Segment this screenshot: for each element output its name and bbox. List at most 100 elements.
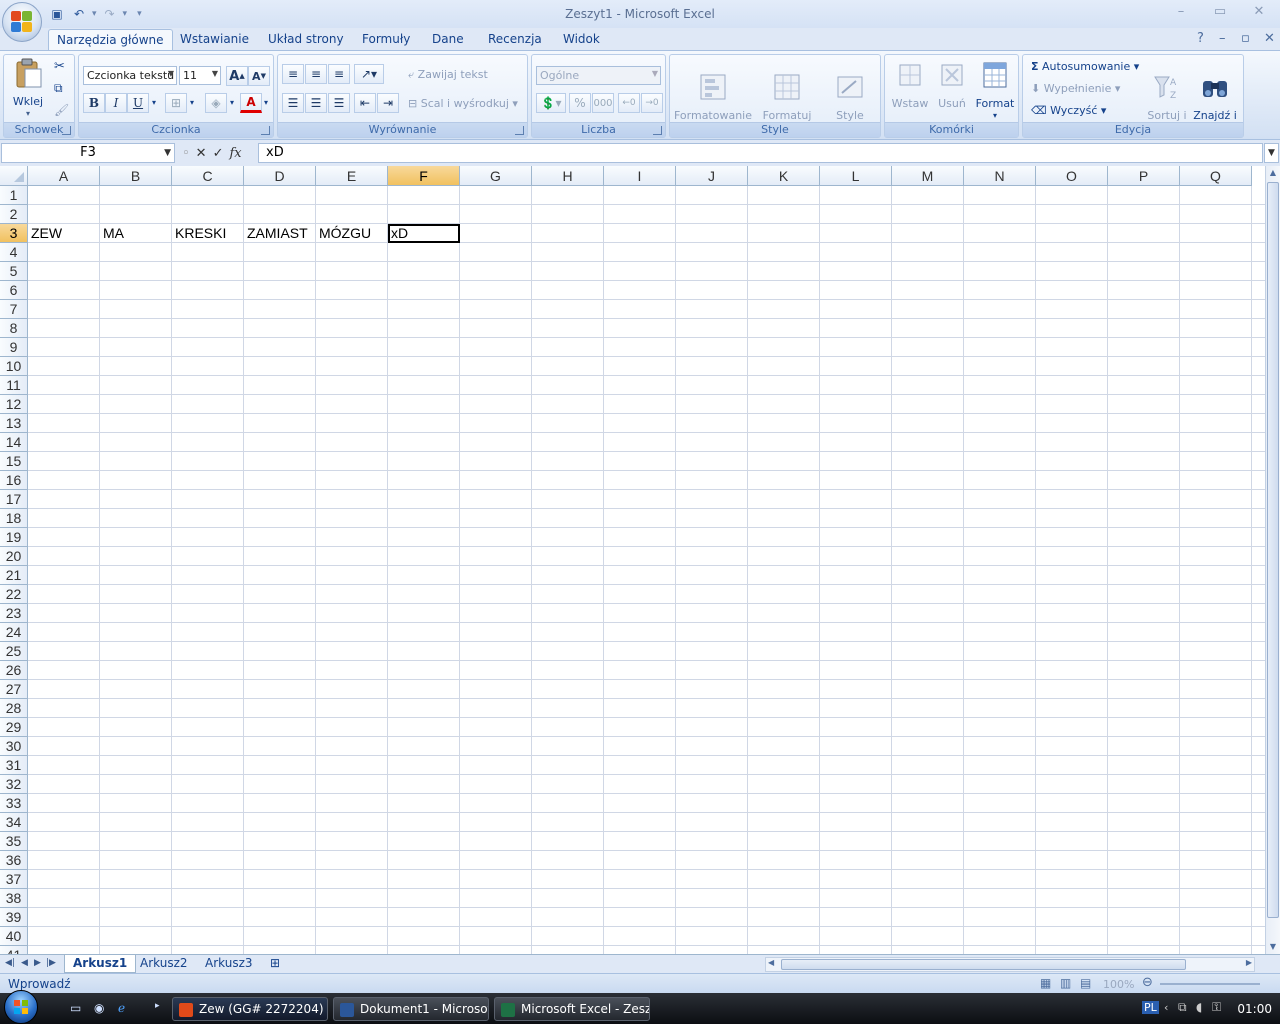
underline-dropdown-icon[interactable]: ▾ [152,98,156,107]
row-header[interactable]: 30 [0,737,28,756]
maximize-icon[interactable]: ▭ [1209,4,1231,22]
tab-formulas[interactable]: Formuły [354,29,418,50]
horizontal-scroll-thumb[interactable] [781,959,1186,970]
row-header[interactable]: 1 [0,186,28,205]
last-sheet-icon[interactable]: |▶ [46,958,56,968]
row-header[interactable]: 4 [0,243,28,262]
font-launcher-icon[interactable] [261,126,270,135]
row-header[interactable]: 12 [0,395,28,414]
format-dropdown-icon[interactable]: ▾ [973,110,1017,122]
zoom-level[interactable]: 100% [1103,978,1134,991]
volume-icon[interactable]: ◖ [1196,1000,1202,1014]
clear-button[interactable]: ⌫ Wyczyść ▾ [1031,104,1106,117]
decrease-decimal-button[interactable]: →0 [641,93,663,113]
close-icon[interactable]: ✕ [1248,4,1270,22]
minimize-icon[interactable]: – [1170,4,1192,22]
zoom-out-icon[interactable]: ⊖ [1142,975,1153,990]
row-header[interactable]: 3 [0,224,28,243]
sheet-tab-arkusz1[interactable]: Arkusz1 [64,955,137,973]
column-header-h[interactable]: H [532,166,604,186]
tab-home[interactable]: Narzędzia główne [48,29,173,50]
align-middle-button[interactable]: ≡ [305,64,327,84]
insert-cells-button[interactable]: Wstaw [889,59,931,110]
cancel-entry-icon[interactable]: ✕ [196,146,207,161]
row-header[interactable]: 35 [0,832,28,851]
scroll-right-icon[interactable]: ▶ [1246,958,1252,967]
tab-review[interactable]: Recenzja [480,29,550,50]
ribbon-close-icon[interactable]: ✕ [1264,31,1275,46]
row-header[interactable]: 20 [0,547,28,566]
vertical-scroll-thumb[interactable] [1267,182,1279,918]
format-painter-icon[interactable]: 🖌 [54,103,69,117]
row-header[interactable]: 16 [0,471,28,490]
scroll-down-icon[interactable]: ▼ [1266,940,1280,954]
column-header-e[interactable]: E [316,166,388,186]
column-header-k[interactable]: K [748,166,820,186]
ribbon-restore-icon[interactable]: ▫ [1241,31,1250,46]
column-header-p[interactable]: P [1108,166,1180,186]
row-header[interactable]: 29 [0,718,28,737]
column-header-c[interactable]: C [172,166,244,186]
row-header[interactable]: 33 [0,794,28,813]
row-header[interactable]: 28 [0,699,28,718]
row-header[interactable]: 15 [0,452,28,471]
horizontal-scrollbar[interactable]: ◀ ▶ [765,957,1255,972]
row-header[interactable]: 11 [0,376,28,395]
row-header[interactable]: 8 [0,319,28,338]
increase-indent-button[interactable]: ⇥ [377,93,399,113]
row-header[interactable]: 9 [0,338,28,357]
align-center-button[interactable]: ☰ [305,93,327,113]
row-header[interactable]: 26 [0,661,28,680]
task-word[interactable]: Dokument1 - Microsoft... [333,997,489,1021]
name-box[interactable]: F3 ▼ [1,143,175,163]
align-bottom-button[interactable]: ≡ [328,64,350,84]
tab-insert[interactable]: Wstawianie [172,29,257,50]
font-color-button[interactable]: A [240,93,262,113]
accounting-format-button[interactable]: 💲▾ [536,93,566,113]
row-header[interactable]: 40 [0,927,28,946]
zoom-slider[interactable] [1160,983,1260,985]
row-header[interactable]: 6 [0,281,28,300]
fill-color-button[interactable]: ◈ [205,93,227,113]
office-button[interactable] [2,2,42,42]
confirm-entry-icon[interactable]: ✓ [213,146,224,161]
row-header[interactable]: 13 [0,414,28,433]
shrink-font-button[interactable]: A ▼ [248,66,270,86]
tab-view[interactable]: Widok [555,29,608,50]
insert-function-icon[interactable]: fx [229,146,241,161]
number-launcher-icon[interactable] [653,126,662,135]
borders-dropdown-icon[interactable]: ▾ [190,98,194,107]
tab-data[interactable]: Dane [424,29,472,50]
sheet-tab-arkusz3[interactable]: Arkusz3 [197,955,261,973]
vertical-scrollbar[interactable]: ▲ ▼ [1265,166,1280,954]
row-header[interactable]: 18 [0,509,28,528]
task-gadu-gadu[interactable]: Zew (GG# 2272204) - ... [172,997,328,1021]
scroll-left-icon[interactable]: ◀ [768,958,774,967]
orientation-button[interactable]: ↗▾ [354,64,384,84]
autosum-button[interactable]: Σ Autosumowanie ▾ [1031,60,1139,73]
row-header[interactable]: 14 [0,433,28,452]
bold-button[interactable]: B [83,93,105,113]
fill-button[interactable]: ⬇ Wypełnienie ▾ [1031,82,1120,95]
borders-button[interactable]: ⊞ [165,93,187,113]
language-indicator[interactable]: PL [1142,1001,1159,1014]
row-header[interactable]: 10 [0,357,28,376]
align-right-button[interactable]: ☰ [328,93,350,113]
column-header-i[interactable]: I [604,166,676,186]
tab-page-layout[interactable]: Układ strony [260,29,352,50]
column-header-d[interactable]: D [244,166,316,186]
start-button[interactable] [4,990,48,1024]
row-header[interactable]: 22 [0,585,28,604]
clock[interactable]: 01:00 [1237,1002,1272,1016]
row-header[interactable]: 21 [0,566,28,585]
row-header[interactable]: 7 [0,300,28,319]
cell-a3[interactable]: ZEW [28,224,100,243]
internet-explorer-icon[interactable]: ℯ [118,1001,125,1015]
number-format-combo[interactable]: Ogólne ▼ [536,66,661,85]
cell-c3[interactable]: KRESKI [172,224,244,243]
media-player-icon[interactable]: ◉ [94,1001,104,1015]
row-header[interactable]: 39 [0,908,28,927]
ribbon-minimize-icon[interactable]: – [1219,31,1226,46]
first-sheet-icon[interactable]: ◀| [5,958,15,968]
align-top-button[interactable]: ≡ [282,64,304,84]
